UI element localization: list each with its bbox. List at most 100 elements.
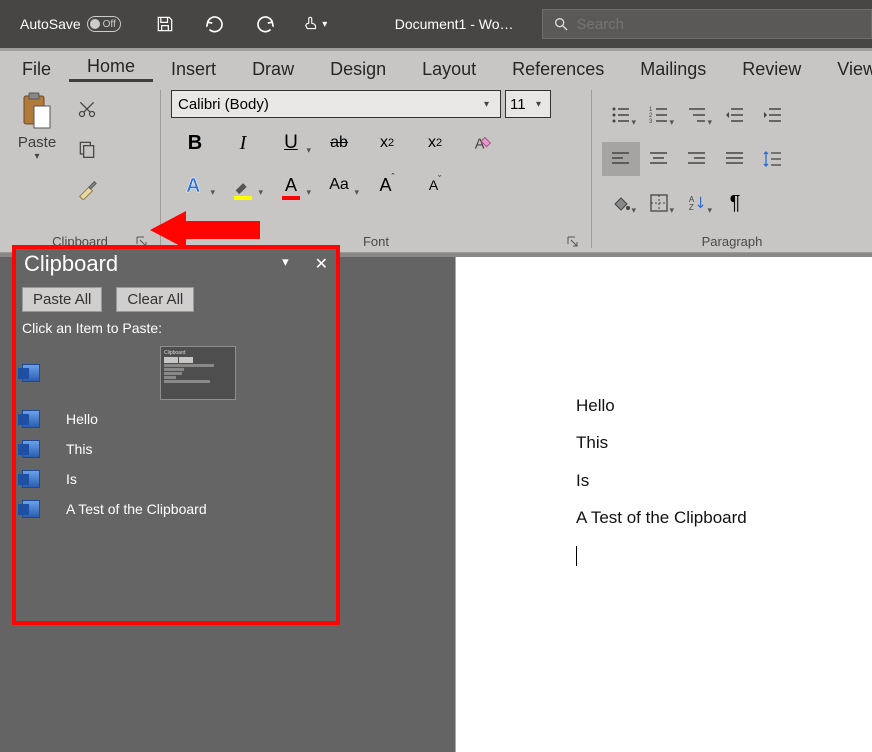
text-effect-icon: A	[183, 173, 207, 197]
underline-button[interactable]: U	[267, 126, 315, 160]
shrink-font-button[interactable]: Aˇ	[411, 168, 459, 202]
text-effects-button[interactable]: A	[171, 168, 219, 202]
pane-close-button[interactable]: ✕	[315, 254, 328, 274]
clipboard-subtitle: Click an Item to Paste:	[22, 318, 330, 342]
highlight-button[interactable]	[219, 168, 267, 202]
eraser-a-icon: A	[472, 132, 494, 154]
sort-icon: AZ	[688, 194, 706, 212]
align-right-button[interactable]	[678, 142, 716, 176]
indent-icon	[763, 106, 783, 124]
cut-button[interactable]	[74, 96, 100, 122]
clipboard-thumbnail: Clipboard	[160, 346, 236, 400]
pane-options-button[interactable]: ▾	[282, 254, 289, 274]
paste-icon	[18, 90, 56, 134]
group-font: Calibri (Body) ▾ 11 ▾ B I U ab x2 x2 A	[161, 86, 591, 252]
word-icon	[22, 470, 40, 488]
toggle-switch[interactable]: Off	[87, 16, 121, 32]
tab-view[interactable]: View	[819, 56, 872, 82]
superscript-button[interactable]: x2	[411, 126, 459, 160]
doc-line	[576, 537, 852, 574]
bullets-icon	[611, 106, 631, 124]
tab-draw[interactable]: Draw	[234, 56, 312, 82]
clipboard-pane-title: Clipboard	[24, 251, 118, 277]
touch-mode-button[interactable]: ▾	[295, 4, 335, 44]
subscript-button[interactable]: x2	[363, 126, 411, 160]
doc-line: Hello	[576, 387, 852, 424]
autosave-toggle[interactable]: AutoSave Off	[0, 16, 131, 32]
clear-formatting-button[interactable]: A	[459, 126, 507, 160]
tab-home[interactable]: Home	[69, 53, 153, 82]
shading-button[interactable]	[602, 186, 640, 220]
tab-mailings[interactable]: Mailings	[622, 56, 724, 82]
tab-design[interactable]: Design	[312, 56, 404, 82]
undo-button[interactable]	[195, 4, 235, 44]
font-launcher[interactable]	[565, 234, 581, 250]
svg-text:3: 3	[649, 119, 653, 124]
clipboard-item[interactable]: This	[22, 434, 330, 464]
scissors-icon	[77, 99, 97, 119]
tab-references[interactable]: References	[494, 56, 622, 82]
search-box[interactable]	[542, 9, 872, 39]
change-case-button[interactable]: Aa	[315, 168, 363, 202]
tab-layout[interactable]: Layout	[404, 56, 494, 82]
sort-button[interactable]: AZ	[678, 186, 716, 220]
quick-access-toolbar: ▾	[131, 4, 349, 44]
save-button[interactable]	[145, 4, 185, 44]
numbering-button[interactable]: 123	[640, 98, 678, 132]
clipboard-item[interactable]: Hello	[22, 404, 330, 434]
word-icon	[22, 410, 40, 428]
document-title: Document1 - Wo…	[377, 16, 532, 32]
line-spacing-icon	[763, 150, 783, 168]
redo-button[interactable]	[245, 4, 285, 44]
bullets-button[interactable]	[602, 98, 640, 132]
multilevel-list-button[interactable]	[678, 98, 716, 132]
decrease-indent-button[interactable]	[716, 98, 754, 132]
format-painter-button[interactable]	[74, 176, 100, 202]
search-icon	[553, 16, 569, 32]
ribbon-tabs: File Home Insert Draw Design Layout Refe…	[0, 48, 872, 86]
tab-file[interactable]: File	[4, 56, 69, 82]
font-name-dropdown[interactable]: Calibri (Body) ▾	[171, 90, 501, 118]
clipboard-item[interactable]: Clipboard	[22, 342, 330, 404]
grow-font-button[interactable]: Aˆ	[363, 168, 411, 202]
line-spacing-button[interactable]	[754, 142, 792, 176]
increase-indent-button[interactable]	[754, 98, 792, 132]
clipboard-item[interactable]: Is	[22, 464, 330, 494]
tab-insert[interactable]: Insert	[153, 56, 234, 82]
copy-button[interactable]	[74, 136, 100, 162]
word-icon	[22, 440, 40, 458]
bold-button[interactable]: B	[171, 126, 219, 160]
multilevel-icon	[687, 106, 707, 124]
outdent-icon	[725, 106, 745, 124]
numbering-icon: 123	[649, 106, 669, 124]
search-input[interactable]	[577, 16, 862, 33]
autosave-label: AutoSave	[20, 16, 81, 32]
title-bar: AutoSave Off ▾ Document1 - Wo…	[0, 0, 872, 48]
paste-button[interactable]: Paste ▾	[10, 90, 64, 162]
highlighter-icon	[232, 174, 254, 196]
document-page[interactable]: Hello This Is A Test of the Clipboard	[455, 257, 872, 752]
show-marks-button[interactable]: ¶	[716, 186, 754, 220]
align-left-button[interactable]	[602, 142, 640, 176]
paste-all-button[interactable]: Paste All	[22, 287, 102, 312]
group-label-paragraph: Paragraph	[602, 232, 862, 250]
word-icon	[22, 500, 40, 518]
document-canvas: Hello This Is A Test of the Clipboard	[455, 257, 872, 752]
clipboard-item[interactable]: A Test of the Clipboard	[22, 494, 330, 524]
ribbon: Paste ▾ Clipboard	[0, 86, 872, 254]
strikethrough-button[interactable]: ab	[315, 126, 363, 160]
align-center-icon	[649, 151, 669, 167]
align-right-icon	[687, 151, 707, 167]
clipboard-pane: Clipboard ▾ ✕ Paste All Clear All Click …	[12, 245, 340, 625]
font-color-button[interactable]: A	[267, 168, 315, 202]
word-icon	[22, 364, 40, 382]
svg-text:Z: Z	[689, 203, 694, 212]
tab-review[interactable]: Review	[724, 56, 819, 82]
justify-button[interactable]	[716, 142, 754, 176]
italic-button[interactable]: I	[219, 126, 267, 160]
doc-line: This	[576, 424, 852, 461]
borders-button[interactable]	[640, 186, 678, 220]
align-center-button[interactable]	[640, 142, 678, 176]
font-size-dropdown[interactable]: 11 ▾	[505, 90, 551, 118]
clear-all-button[interactable]: Clear All	[116, 287, 194, 312]
